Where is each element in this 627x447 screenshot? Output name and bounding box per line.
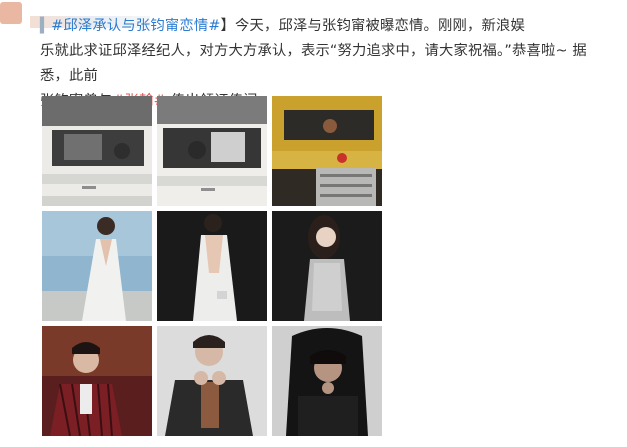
post-line-1-text: 】今天，邱泽与张钧甯被曝恋情。刚刚，新浪娱	[220, 18, 525, 34]
photo-grid	[42, 96, 382, 438]
photo-man-striped-suit[interactable]	[42, 326, 152, 436]
post-line-2-text: 乐就此求证邱泽经纪人，对方大方承认，表示“努力追求中，请大家祝福。”恭喜啦~ 据…	[40, 43, 587, 84]
photo-taxi-white-1[interactable]	[42, 96, 152, 206]
photo-man-dark-chair[interactable]	[272, 326, 382, 436]
car-photo-icon	[272, 96, 382, 206]
person-photo-icon	[157, 211, 267, 321]
photo-taxi-yellow[interactable]	[272, 96, 382, 206]
photo-silver-dress[interactable]	[272, 211, 382, 321]
person-photo-icon	[42, 211, 152, 321]
topic-prefix: ▍	[40, 18, 52, 34]
car-photo-icon	[157, 96, 267, 206]
photo-white-dress-back[interactable]	[157, 211, 267, 321]
post-line-2: 乐就此求证邱泽经纪人，对方大方承认，表示“努力追求中，请大家祝福。”恭喜啦~ 据…	[40, 39, 615, 89]
person-photo-icon	[272, 211, 382, 321]
photo-white-dress-front[interactable]	[42, 211, 152, 321]
person-photo-icon	[157, 326, 267, 436]
post-line-1: ▍#邱泽承认与张钧甯恋情#】今天，邱泽与张钧甯被曝恋情。刚刚，新浪娱	[40, 14, 615, 39]
car-photo-icon	[42, 96, 152, 206]
person-photo-icon	[42, 326, 152, 436]
user-avatar[interactable]	[0, 2, 22, 24]
photo-man-leather-jacket[interactable]	[157, 326, 267, 436]
person-photo-icon	[272, 326, 382, 436]
photo-taxi-white-2[interactable]	[157, 96, 267, 206]
topic-link[interactable]: #邱泽承认与张钧甯恋情#	[51, 18, 220, 34]
